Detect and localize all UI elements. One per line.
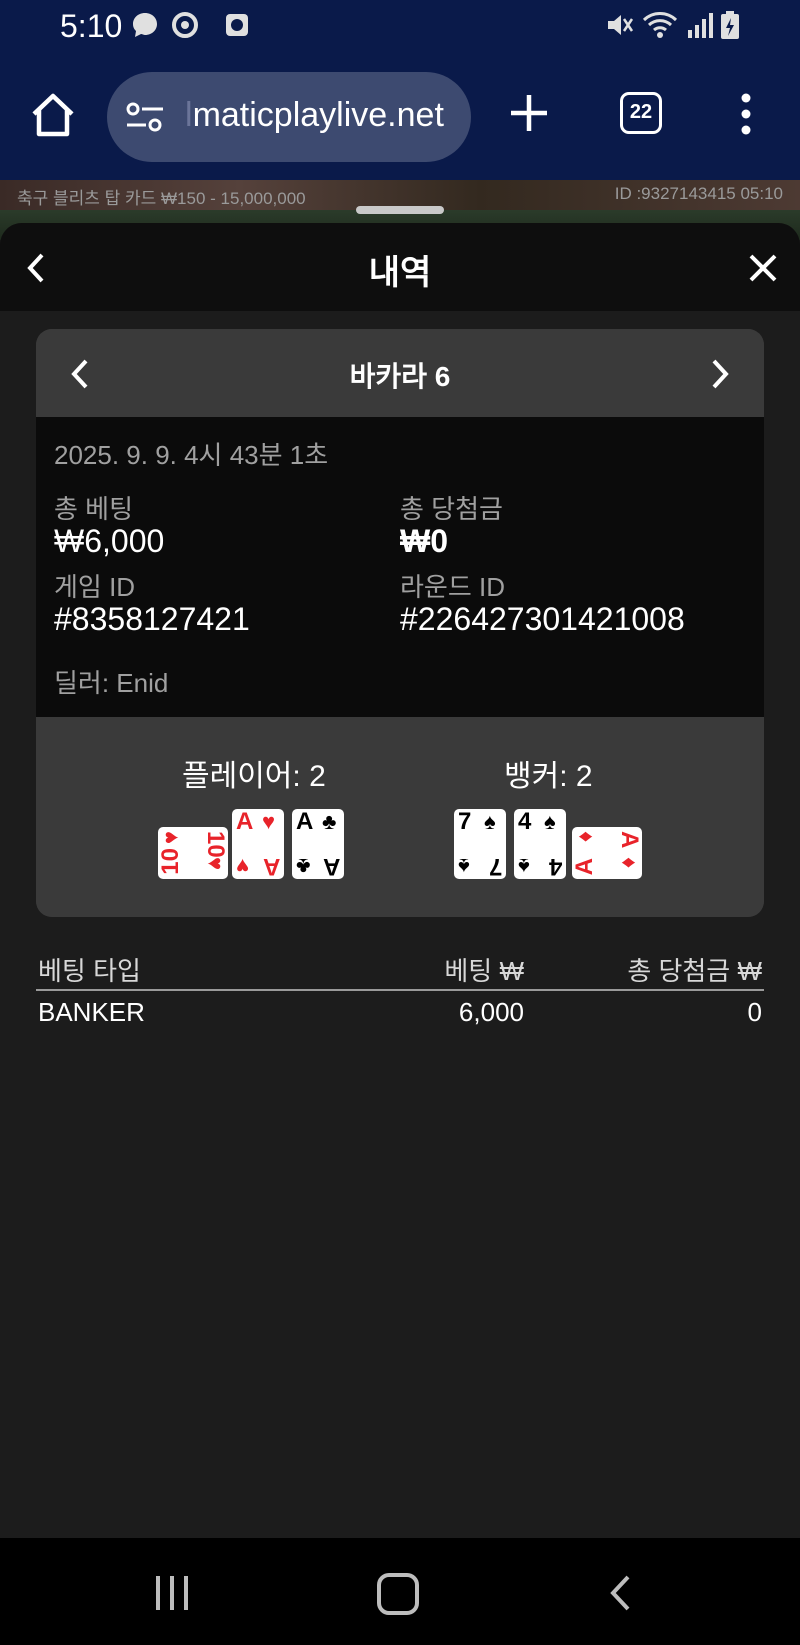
status-bar: 5:10 (0, 0, 800, 52)
dealer-name: 딜러: Enid (54, 668, 169, 698)
bet-table-header: 베팅 타입 베팅 ₩ 총 당첨금 ₩ (36, 951, 764, 991)
sheet-drag-handle[interactable] (356, 206, 444, 214)
col-bet-type: 베팅 타입 (38, 956, 141, 986)
home-icon[interactable] (28, 90, 78, 140)
new-tab-icon[interactable] (508, 92, 550, 134)
game-title: 바카라 6 (349, 361, 451, 392)
bet-type-cell: BANKER (38, 997, 145, 1027)
system-nav-bar (0, 1538, 800, 1645)
col-bet-amount: 베팅 ₩ (444, 956, 524, 986)
table-row: BANKER 6,000 0 (36, 991, 764, 1035)
hands-result: 플레이어: 2 뱅커: 2 10 ♥ ♥ 10 A ♥ ♥ A A ♣ ♣ A 7 ♠ ♠ 7 4 ♠ ♠ 4 A ♦ ♦… (36, 717, 764, 917)
total-bet-label: 총 베팅 (54, 494, 133, 524)
round-nav: 바카라 6 (36, 329, 764, 417)
total-bet-value: ₩6,000 (54, 523, 165, 559)
site-settings-icon[interactable] (125, 100, 165, 134)
history-sheet: 내역 바카라 6 2025. 9. 9. 4시 43분 1초 총 베팅 ₩6,0… (0, 223, 800, 1538)
screen-record-icon (226, 14, 248, 36)
round-detail-card: 바카라 6 2025. 9. 9. 4시 43분 1초 총 베팅 ₩6,000 … (36, 329, 764, 917)
banker-card-3: A ♦ ♦ A (571, 827, 643, 879)
browser-toolbar: lmaticplaylive.net 22 (0, 52, 800, 180)
player-card-1: 10 ♥ ♥ 10 (157, 827, 229, 879)
round-id-value: #226427301421008 (400, 601, 685, 637)
bet-amount-cell: 6,000 (458, 997, 524, 1027)
player-score: 플레이어: 2 (182, 760, 326, 793)
recents-icon[interactable] (154, 1574, 190, 1612)
sheet-title: 내역 (368, 254, 432, 292)
round-info: ID :9327143415 05:10 (614, 184, 783, 203)
banker-score: 뱅커: 2 (504, 760, 593, 793)
sheet-header: 내역 (0, 223, 800, 311)
round-datetime: 2025. 9. 9. 4시 43분 1초 (54, 440, 329, 470)
game-id-label: 게임 ID (54, 572, 136, 602)
more-menu-icon[interactable] (734, 92, 758, 136)
signal-icon (688, 13, 713, 38)
sync-icon (172, 12, 198, 38)
banker-card-2: 4 ♠ ♠ 4 (514, 809, 566, 880)
back-icon[interactable] (608, 1574, 632, 1612)
wifi-icon (642, 12, 678, 38)
col-total-win: 총 당첨금 ₩ (627, 956, 762, 986)
address-bar[interactable]: lmaticplaylive.net (107, 72, 471, 162)
player-card-2: A ♥ ♥ A (232, 809, 284, 880)
total-win-value: ₩0 (400, 523, 448, 559)
round-summary: 2025. 9. 9. 4시 43분 1초 총 베팅 ₩6,000 총 당첨금 … (36, 417, 764, 717)
player-card-3: A ♣ ♣ A (292, 809, 344, 880)
next-round-icon[interactable] (708, 357, 732, 391)
banker-card-1: 7 ♠ ♠ 7 (454, 809, 506, 880)
close-icon[interactable] (748, 253, 778, 283)
mute-icon (608, 15, 634, 35)
total-win-label: 총 당첨금 (400, 494, 503, 524)
tab-switcher-button[interactable]: 22 (620, 92, 662, 134)
bet-table: 베팅 타입 베팅 ₩ 총 당첨금 ₩ BANKER 6,000 0 (36, 951, 764, 1035)
round-id-label: 라운드 ID (400, 572, 505, 602)
game-id-value: #8358127421 (54, 601, 250, 637)
status-time: 5:10 (60, 8, 123, 44)
table-info: 축구 블리츠 탑 카드 ₩150 - 15,000,000 (17, 189, 306, 208)
url-text: lmaticplaylive.net (185, 96, 444, 134)
messenger-icon (133, 13, 157, 37)
win-amount-cell: 0 (747, 997, 762, 1027)
battery-icon (721, 11, 739, 39)
home-button[interactable] (377, 1573, 419, 1615)
